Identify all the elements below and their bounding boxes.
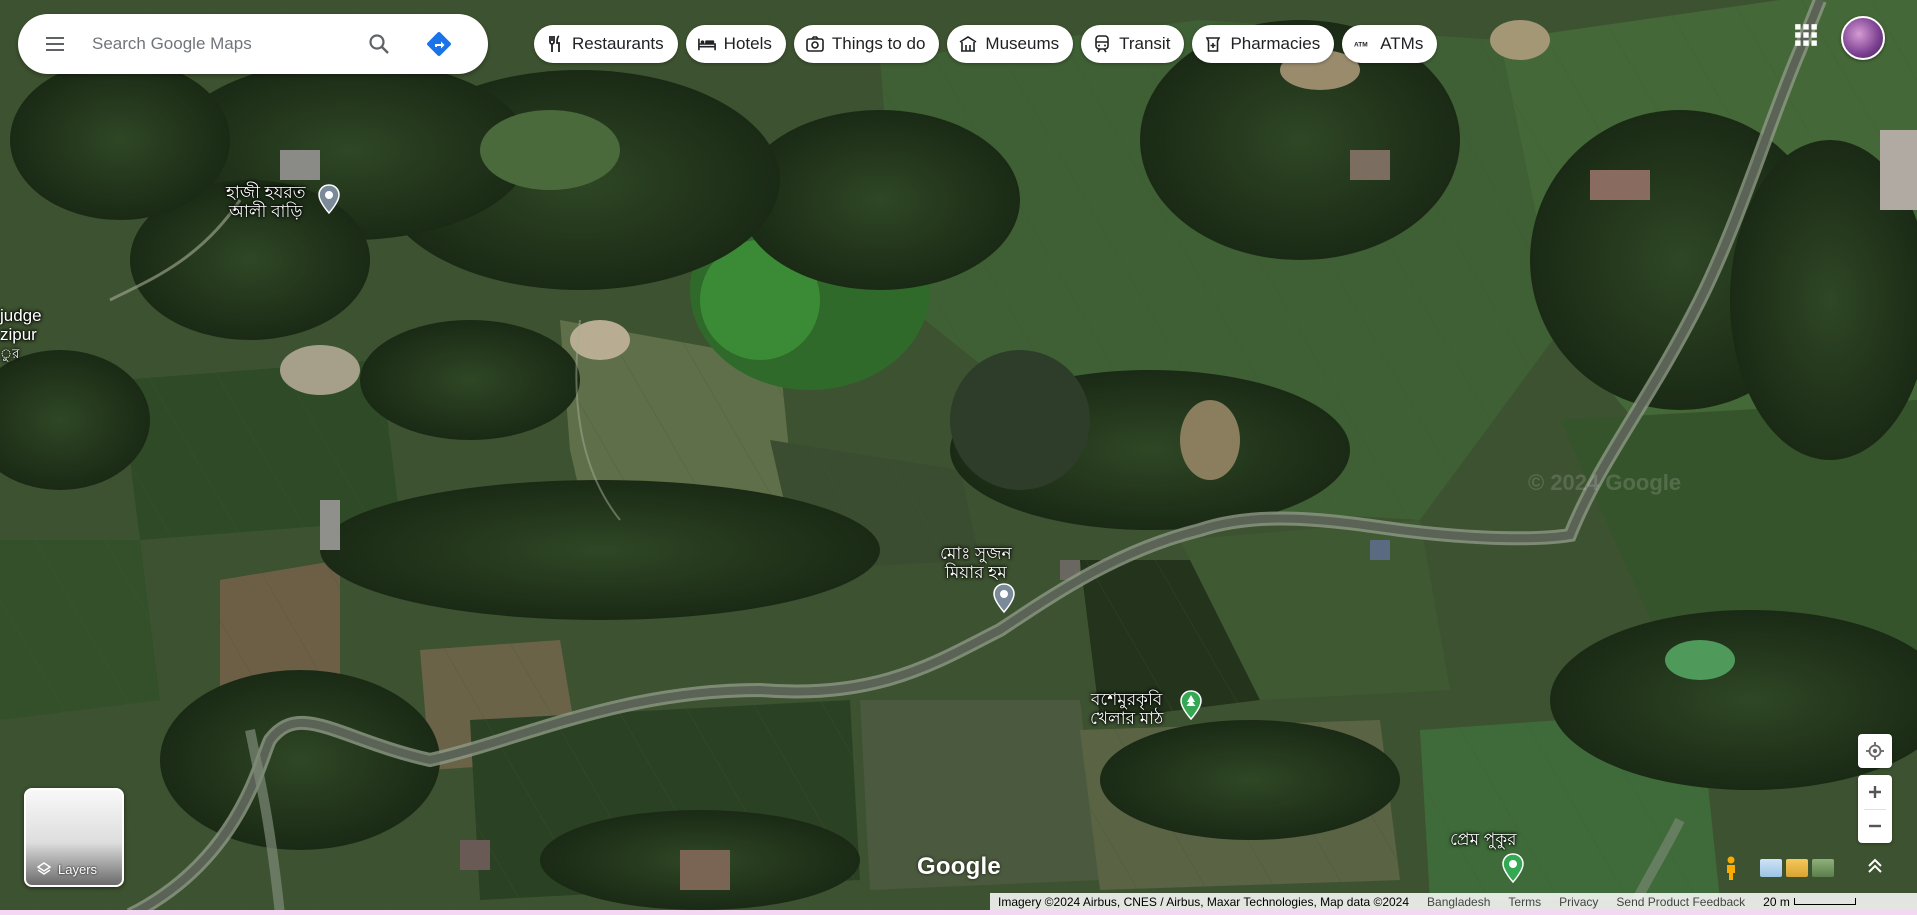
scale-label: 20 m: [1763, 894, 1790, 909]
place-label-line: খেলার মাঠ: [1090, 709, 1164, 728]
imagery-attribution: Imagery ©2024 Airbus, CNES / Airbus, Max…: [998, 894, 1410, 909]
place-label-field[interactable]: বশেমুরকৃবি খেলার মাঠ: [1090, 690, 1163, 728]
layers-label: Layers: [58, 861, 98, 877]
place-label-line: zipur: [0, 325, 37, 344]
google-apps-icon[interactable]: [1793, 22, 1819, 48]
account-avatar[interactable]: [1841, 16, 1885, 60]
plus-icon: [1869, 786, 1881, 798]
layers-icon: [36, 862, 52, 875]
expand-chevron-icon[interactable]: [1864, 855, 1886, 877]
directions-button[interactable]: [422, 27, 456, 61]
train-icon: [1093, 35, 1111, 53]
satellite-map[interactable]: [0, 0, 1917, 915]
chip-museums[interactable]: Museums: [947, 25, 1074, 63]
place-label-line: আলী বাড়ি: [229, 202, 303, 221]
place-label-line: বশেমুরকৃবি: [1090, 690, 1163, 709]
place-label-haji[interactable]: হাজী হযরত আলী বাড়ি: [226, 183, 306, 221]
zoom-controls: [1858, 775, 1892, 843]
svg-text:ATM: ATM: [1354, 41, 1368, 48]
museum-icon: [959, 35, 977, 53]
country-label: Bangladesh: [1427, 894, 1491, 909]
directions-icon: [427, 32, 451, 56]
chip-atms[interactable]: ATM ATMs: [1342, 25, 1438, 63]
minus-icon: [1869, 824, 1881, 828]
chip-label: Restaurants: [572, 34, 664, 53]
layers-button[interactable]: Layers: [24, 788, 124, 887]
chip-label: Transit: [1119, 34, 1171, 53]
terms-link[interactable]: Terms: [1508, 895, 1541, 909]
map-type-thumbnail[interactable]: [1760, 859, 1782, 877]
chip-restaurants[interactable]: Restaurants: [534, 25, 678, 63]
privacy-link[interactable]: Privacy: [1559, 895, 1598, 909]
category-chips: Restaurants Hotels Things to do Museums …: [534, 25, 1438, 63]
park-pin-icon[interactable]: [1180, 690, 1202, 720]
search-input[interactable]: [90, 33, 344, 55]
map-watermark: © 2024 Google: [1528, 470, 1682, 495]
chip-label: Museums: [985, 34, 1060, 53]
chip-label: ATMs: [1380, 34, 1424, 53]
scale-bar[interactable]: 20 m: [1763, 895, 1856, 909]
menu-button[interactable]: [40, 29, 70, 59]
place-label-line: judge: [0, 306, 42, 325]
search-button[interactable]: [362, 27, 396, 61]
place-label-line: ুর: [0, 346, 20, 361]
chip-pharmacies[interactable]: Pharmacies: [1192, 25, 1335, 63]
terrain-thumbnail[interactable]: [1786, 859, 1808, 877]
fork-knife-icon: [546, 35, 564, 53]
park-pin-icon[interactable]: [1502, 853, 1524, 883]
zoom-in-button[interactable]: [1858, 775, 1892, 809]
bed-icon: [697, 35, 716, 53]
place-label-line: মিয়ার হম: [944, 563, 1007, 582]
chip-hotels[interactable]: Hotels: [685, 25, 786, 63]
scale-line: [1793, 898, 1856, 905]
feedback-link[interactable]: Send Product Feedback: [1616, 895, 1745, 909]
chip-transit[interactable]: Transit: [1081, 25, 1185, 63]
place-label-edge[interactable]: judge zipur ুর: [0, 306, 42, 363]
place-label-line: হাজী হযরত: [226, 183, 306, 202]
place-pin-icon[interactable]: [993, 583, 1015, 613]
place-label-line: মোঃ সুজন: [940, 544, 1012, 563]
chip-label: Things to do: [831, 34, 926, 53]
search-box: [18, 14, 488, 74]
my-location-icon: [1866, 742, 1884, 760]
chip-things-to-do[interactable]: Things to do: [793, 25, 940, 63]
place-label-sujon[interactable]: মোঃ সুজন মিয়ার হম: [940, 544, 1012, 582]
attribution-bar: Imagery ©2024 Airbus, CNES / Airbus, Max…: [990, 893, 1917, 910]
google-logo: Google: [917, 853, 1001, 880]
atm-icon: ATM: [1354, 35, 1372, 53]
my-location-button[interactable]: [1858, 734, 1892, 768]
place-label-prem[interactable]: প্রেম পুকুর: [1450, 830, 1517, 849]
chip-label: Hotels: [723, 34, 772, 53]
camera-icon: [806, 35, 824, 53]
layers-label-row: Layers: [36, 861, 97, 877]
pegman-icon[interactable]: [1718, 855, 1744, 881]
chip-label: Pharmacies: [1230, 34, 1321, 53]
place-pin-icon[interactable]: [318, 184, 340, 214]
satellite-thumbnail[interactable]: [1812, 859, 1834, 877]
page-bottom-strip: [0, 910, 1917, 915]
place-label-line: প্রেম পুকুর: [1450, 830, 1517, 849]
zoom-out-button[interactable]: [1858, 809, 1892, 843]
pharmacy-icon: [1204, 35, 1222, 53]
search-icon: [369, 34, 389, 54]
hamburger-menu-icon: [46, 37, 64, 51]
